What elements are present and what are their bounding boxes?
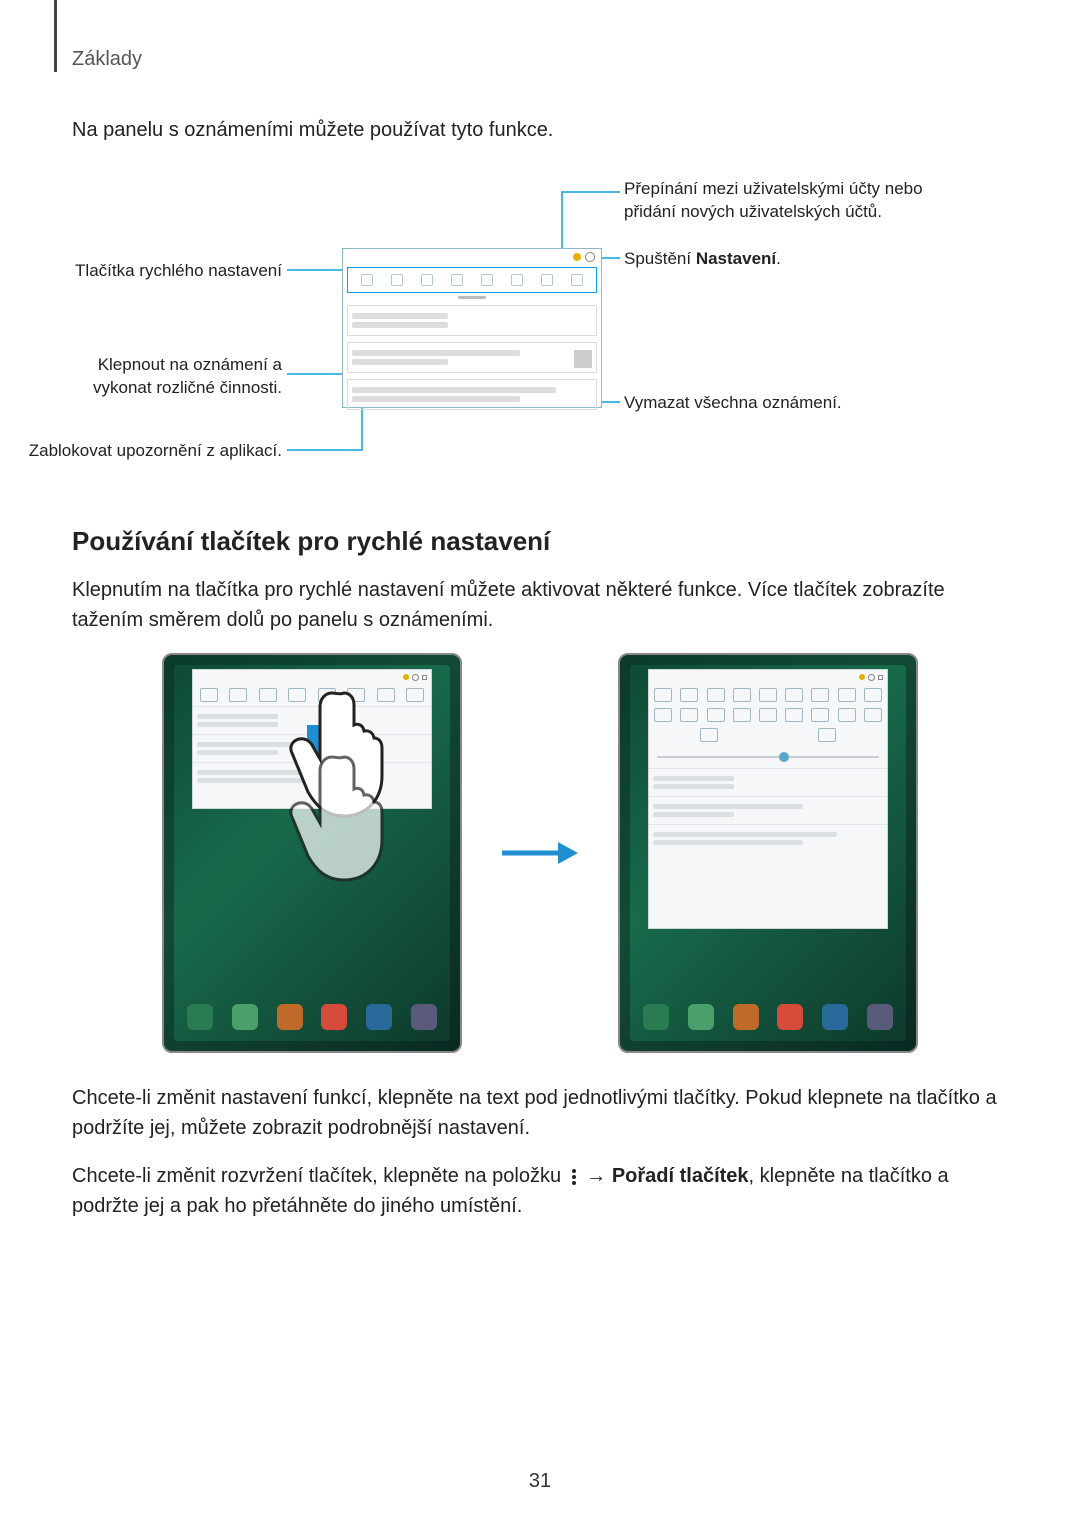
intro-text: Na panelu s oznámeními můžete používat t…: [72, 119, 1008, 142]
body-paragraph: Chcete-li změnit nastavení funkcí, klepn…: [72, 1083, 1008, 1143]
tablet-before: [162, 653, 462, 1053]
callout-text: Spuštění: [624, 249, 696, 268]
swipe-down-arrow-icon: [302, 725, 324, 797]
brightness-slider: [657, 752, 879, 762]
header-rule: [54, 0, 57, 72]
notification-panel-diagram: Tlačítka rychlého nastavení Klepnout na …: [72, 178, 1012, 478]
callout-clear-all: Vymazat všechna oznámení.: [624, 392, 924, 415]
body-text: →: [581, 1165, 612, 1187]
quick-settings-row: [347, 267, 597, 293]
more-options-icon: [567, 1167, 581, 1187]
notification-item: [347, 305, 597, 336]
user-switch-icon: [573, 253, 581, 261]
callout-block-app: Zablokovat upozornění z aplikací.: [22, 440, 282, 463]
callout-quick-settings: Tlačítka rychlého nastavení: [72, 260, 282, 283]
body-bold: Pořadí tlačítek: [612, 1165, 749, 1187]
callout-launch-settings: Spuštění Nastavení.: [624, 248, 924, 271]
callout-bold: Nastavení: [696, 249, 776, 268]
body-text: Chcete-li změnit rozvržení tlačítek, kle…: [72, 1165, 567, 1187]
callout-text: .: [776, 249, 781, 268]
section-header: Základy: [72, 48, 1008, 71]
callout-switch-users: Přepínání mezi uživatelskými účty nebo p…: [624, 178, 954, 224]
arrow-right-icon: [500, 838, 580, 868]
page-number: 31: [0, 1470, 1080, 1493]
callout-tap-notification: Klepnout na oznámení a vykonat rozličné …: [42, 354, 282, 400]
body-paragraph: Klepnutím na tlačítka pro rychlé nastave…: [72, 575, 1008, 635]
section-heading: Používání tlačítek pro rychlé nastavení: [72, 526, 1008, 557]
notification-item: [347, 379, 597, 410]
tablet-illustrations: [72, 653, 1008, 1053]
notification-item: [347, 342, 597, 373]
tablet-after: [618, 653, 918, 1053]
notification-panel-mock: [342, 248, 602, 408]
body-paragraph: Chcete-li změnit rozvržení tlačítek, kle…: [72, 1161, 1008, 1221]
gear-icon: [585, 252, 595, 262]
